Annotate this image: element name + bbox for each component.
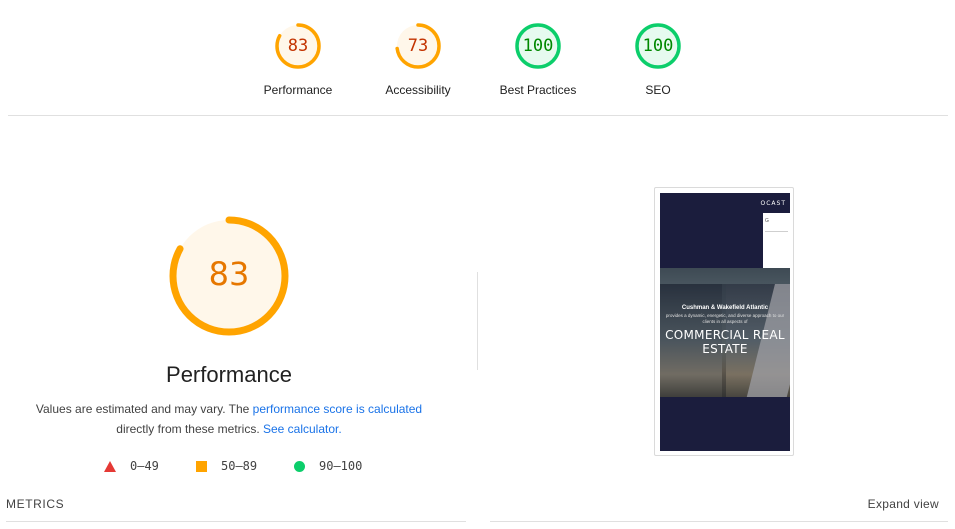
description-text: directly from these metrics. bbox=[116, 422, 263, 436]
performance-gauge: 83 bbox=[167, 214, 291, 338]
circle-icon bbox=[294, 460, 305, 472]
performance-title: Performance bbox=[166, 362, 292, 387]
gauge-score: 83 bbox=[287, 36, 309, 56]
final-screenshot[interactable]: OCAST G Cushman & Wakefield Atlantic pro… bbox=[654, 187, 794, 456]
gauge-score: 100 bbox=[522, 36, 554, 56]
gauge-label: SEO bbox=[645, 83, 671, 97]
metrics-divider-left bbox=[6, 521, 466, 522]
performance-description: Values are estimated and may vary. The p… bbox=[20, 399, 438, 439]
expand-view-button[interactable]: Expand view bbox=[868, 497, 939, 511]
legend-pass-range: 90–100 bbox=[319, 459, 363, 473]
performance-score-link[interactable]: performance score is calculated bbox=[253, 402, 422, 416]
hero-subtitle: Cushman & Wakefield Atlantic bbox=[681, 305, 769, 311]
gauge-score: 73 bbox=[407, 36, 429, 56]
score-legend: 0–49 50–89 90–100 bbox=[0, 459, 460, 475]
gauge-accessibility[interactable]: 73 Accessibility bbox=[358, 22, 478, 97]
legend-fail: 0–49 bbox=[104, 459, 159, 473]
triangle-icon bbox=[104, 460, 116, 472]
see-calculator-link[interactable]: See calculator. bbox=[263, 422, 342, 436]
screenshot-logo: OCAST bbox=[760, 200, 786, 207]
hero-title: COMMERCIAL REAL ESTATE bbox=[665, 328, 785, 356]
gauge-label: Performance bbox=[263, 83, 333, 97]
summary-divider bbox=[8, 115, 948, 116]
gauge-ring: 83 bbox=[274, 22, 322, 70]
screenshot-image: OCAST G Cushman & Wakefield Atlantic pro… bbox=[660, 193, 790, 451]
gauge-label: Best Practices bbox=[499, 83, 577, 97]
metrics-divider-right bbox=[490, 521, 948, 522]
legend-fail-range: 0–49 bbox=[130, 459, 159, 473]
hero-tagline: provides a dynamic, energetic, and diver… bbox=[665, 313, 785, 324]
vertical-divider bbox=[477, 272, 478, 370]
description-text: Values are estimated and may vary. The bbox=[35, 402, 253, 416]
performance-score: 83 bbox=[208, 255, 250, 293]
gauge-label: Accessibility bbox=[385, 83, 451, 97]
gauge-ring: 73 bbox=[394, 22, 442, 70]
screenshot-white-box: G bbox=[763, 213, 790, 268]
legend-average: 50–89 bbox=[196, 459, 257, 473]
legend-average-range: 50–89 bbox=[221, 459, 258, 473]
square-icon bbox=[196, 460, 207, 472]
gauge-seo[interactable]: 100 SEO bbox=[598, 22, 718, 97]
legend-pass: 90–100 bbox=[294, 459, 362, 473]
screenshot-hero: Cushman & Wakefield Atlantic provides a … bbox=[660, 268, 790, 397]
gauge-ring: 100 bbox=[634, 22, 682, 70]
gauge-best-practices[interactable]: 100 Best Practices bbox=[478, 22, 598, 97]
screenshot-white-text: G bbox=[765, 218, 769, 224]
screenshot-white-line bbox=[765, 231, 788, 232]
category-summary: 83 Performance 73 Accessibility 100 Best… bbox=[0, 0, 955, 116]
metrics-heading: METRICS bbox=[6, 497, 65, 511]
gauge-ring: 100 bbox=[514, 22, 562, 70]
gauge-performance[interactable]: 83 Performance bbox=[238, 22, 358, 97]
gauge-score: 100 bbox=[642, 36, 674, 56]
